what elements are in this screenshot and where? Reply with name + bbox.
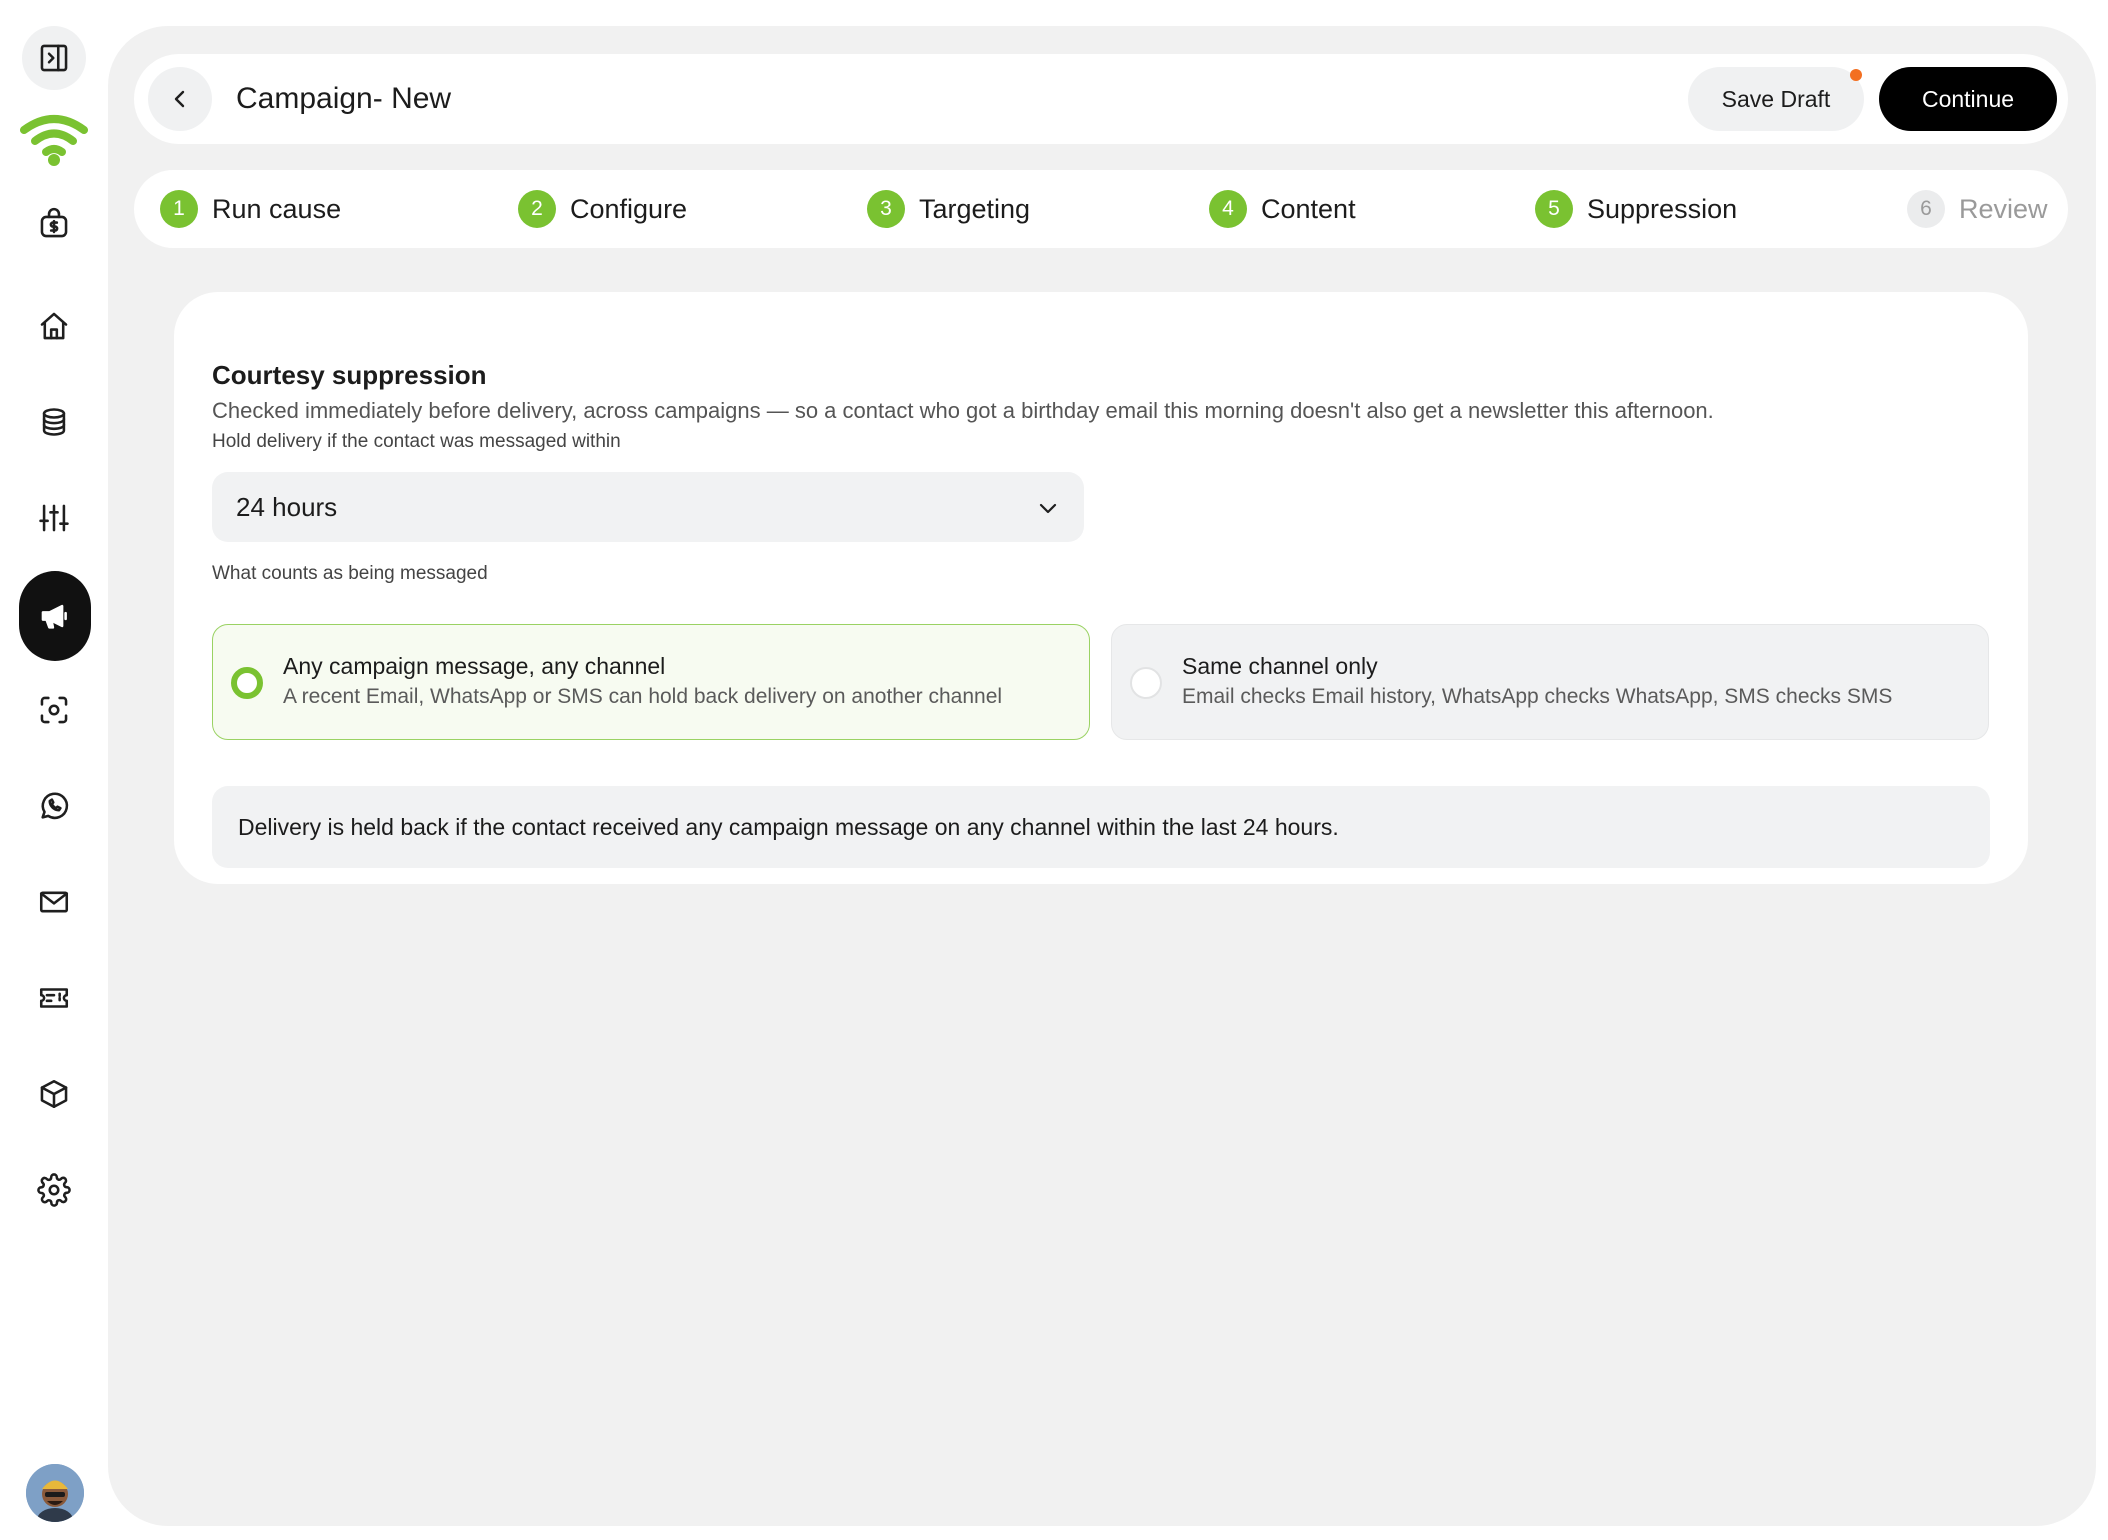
chevron-down-icon bbox=[1039, 503, 1057, 514]
sidebar-item-settings[interactable] bbox=[22, 1158, 86, 1222]
ticket-icon bbox=[39, 988, 69, 1008]
step-run-cause[interactable]: 1 Run cause bbox=[160, 190, 341, 228]
step-number: 4 bbox=[1209, 190, 1247, 228]
hold-window-select[interactable]: 24 hours bbox=[212, 472, 1084, 542]
hold-delivery-label: Hold delivery if the contact was message… bbox=[212, 431, 621, 452]
database-icon bbox=[42, 408, 66, 436]
summary-box: Delivery is held back if the contact rec… bbox=[212, 786, 1990, 868]
step-number: 3 bbox=[867, 190, 905, 228]
step-label: Review bbox=[1959, 193, 2048, 224]
unsaved-indicator-dot bbox=[1850, 69, 1862, 81]
page-title: Campaign- New bbox=[236, 82, 452, 115]
progress-stepper: 1 Run cause 2 Configure 3 Targeting 4 Co… bbox=[134, 170, 2068, 248]
step-review[interactable]: 6 Review bbox=[1907, 190, 2048, 228]
option-any-channel[interactable]: Any campaign message, any channel A rece… bbox=[212, 624, 1090, 740]
toggle-panel-icon bbox=[40, 44, 68, 72]
radio-unselected-icon[interactable] bbox=[1130, 667, 1162, 699]
step-number: 6 bbox=[1907, 190, 1945, 228]
card-description: Checked immediately before delivery, acr… bbox=[212, 398, 1714, 423]
back-button[interactable] bbox=[148, 67, 212, 131]
scan-icon bbox=[40, 696, 68, 724]
avatar-icon bbox=[26, 1464, 84, 1522]
step-targeting[interactable]: 3 Targeting bbox=[867, 190, 1030, 228]
sidebar-item-scan[interactable] bbox=[22, 678, 86, 742]
counts-label: What counts as being messaged bbox=[212, 563, 488, 584]
sidebar-item-campaigns[interactable] bbox=[19, 571, 91, 661]
step-suppression[interactable]: 5 Suppression bbox=[1535, 190, 1737, 228]
megaphone-icon bbox=[41, 604, 67, 629]
step-content[interactable]: 4 Content bbox=[1209, 190, 1356, 228]
step-number: 2 bbox=[518, 190, 556, 228]
step-label: Targeting bbox=[919, 193, 1031, 224]
step-label: Run cause bbox=[212, 193, 342, 224]
card-title: Courtesy suppression bbox=[212, 360, 487, 390]
money-bag-icon bbox=[40, 207, 68, 238]
page-header: Campaign- New Save Draft Continue bbox=[134, 54, 2068, 144]
chevron-left-icon bbox=[174, 90, 185, 108]
step-configure[interactable]: 2 Configure bbox=[518, 190, 687, 228]
option-title: Same channel only bbox=[1182, 653, 1378, 679]
sliders-icon bbox=[39, 504, 69, 532]
sidebar-item-data[interactable] bbox=[22, 390, 86, 454]
settings-icon bbox=[37, 1173, 71, 1207]
sidebar-item-coupons[interactable] bbox=[22, 966, 86, 1030]
whatsapp-icon bbox=[41, 792, 69, 820]
step-label: Content bbox=[1261, 193, 1356, 224]
sidebar bbox=[0, 0, 108, 1540]
step-number: 1 bbox=[160, 190, 198, 228]
summary-text: Delivery is held back if the contact rec… bbox=[238, 814, 1339, 840]
box-icon bbox=[40, 1079, 68, 1109]
step-label: Suppression bbox=[1587, 193, 1738, 224]
sidebar-item-whatsapp[interactable] bbox=[22, 774, 86, 838]
save-draft-button[interactable]: Save Draft bbox=[1688, 67, 1864, 131]
continue-button[interactable]: Continue bbox=[1879, 67, 2057, 131]
option-title: Any campaign message, any channel bbox=[283, 653, 666, 679]
home-icon bbox=[40, 312, 68, 340]
user-avatar[interactable] bbox=[26, 1464, 84, 1522]
main-panel: Campaign- New Save Draft Continue 1 Run … bbox=[108, 26, 2096, 1526]
radio-selected-icon[interactable] bbox=[231, 667, 263, 699]
option-same-channel[interactable]: Same channel only Email checks Email his… bbox=[1111, 624, 1989, 740]
step-label: Configure bbox=[570, 193, 688, 224]
suppression-card: Courtesy suppression Checked immediately… bbox=[174, 292, 2028, 884]
hold-window-value: 24 hours bbox=[236, 492, 338, 522]
sidebar-item-billing[interactable] bbox=[22, 192, 86, 256]
option-subtitle: A recent Email, WhatsApp or SMS can hold… bbox=[283, 685, 1003, 708]
sidebar-item-filters[interactable] bbox=[22, 486, 86, 550]
sidebar-item-products[interactable] bbox=[22, 1062, 86, 1126]
option-subtitle: Email checks Email history, WhatsApp che… bbox=[1182, 685, 1893, 708]
sidebar-item-email[interactable] bbox=[22, 870, 86, 934]
mail-icon bbox=[39, 891, 69, 913]
toggle-panel-button[interactable] bbox=[22, 26, 86, 90]
step-number: 5 bbox=[1535, 190, 1573, 228]
sidebar-item-home[interactable] bbox=[22, 294, 86, 358]
wifi-logo-icon bbox=[20, 115, 88, 166]
